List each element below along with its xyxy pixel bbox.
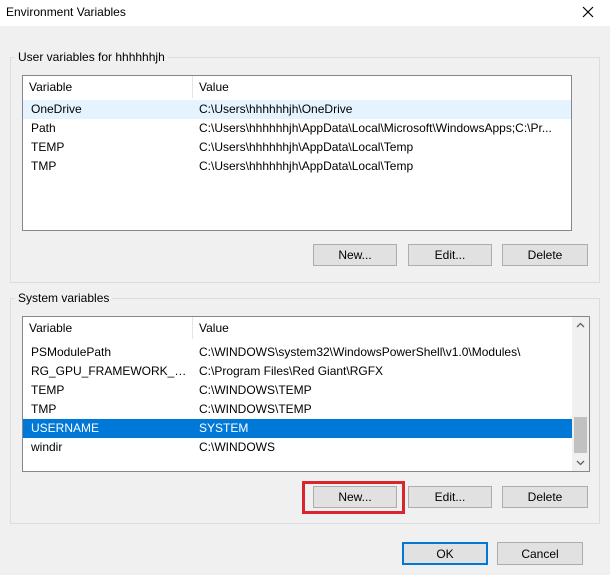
variable-cell: USERNAME <box>31 421 100 435</box>
column-header-variable[interactable]: Variable <box>23 317 193 339</box>
chevron-down-icon[interactable] <box>572 454 589 471</box>
variable-cell: windir <box>31 440 63 454</box>
table-row[interactable]: TEMP C:\WINDOWS\TEMP <box>23 381 572 400</box>
column-header-variable[interactable]: Variable <box>23 76 193 98</box>
value-cell: C:\Users\hhhhhhjh\AppData\Local\Temp <box>199 140 414 154</box>
user-delete-button[interactable]: Delete <box>502 244 588 266</box>
user-edit-button[interactable]: Edit... <box>408 244 492 266</box>
user-list-header: Variable Value <box>23 76 571 98</box>
close-icon[interactable] <box>578 2 598 22</box>
value-cell: C:\Users\hhhhhhjh\AppData\Local\Temp <box>199 159 414 173</box>
system-list-header: Variable Value <box>23 317 572 339</box>
system-variables-label: System variables <box>15 291 113 305</box>
column-header-value[interactable]: Value <box>193 317 572 339</box>
system-delete-button[interactable]: Delete <box>502 486 588 508</box>
column-header-value[interactable]: Value <box>193 76 571 98</box>
table-row[interactable]: RG_GPU_FRAMEWORK_ENGI... C:\Program File… <box>23 362 572 381</box>
variable-cell: TEMP <box>31 140 65 154</box>
table-row[interactable]: TMP C:\WINDOWS\TEMP <box>23 400 572 419</box>
table-row[interactable]: OneDrive C:\Users\hhhhhhjh\OneDrive <box>23 100 571 119</box>
value-cell: C:\Program Files\Red Giant\RGFX <box>199 364 384 378</box>
value-cell: C:\WINDOWS\system32\WindowsPowerShell\v1… <box>199 345 521 359</box>
value-cell: C:\Users\hhhhhhjh\AppData\Local\Microsof… <box>199 121 552 135</box>
variable-cell: TEMP <box>31 383 65 397</box>
user-variables-list[interactable]: Variable Value OneDrive C:\Users\hhhhhhj… <box>22 75 572 231</box>
system-new-button[interactable]: New... <box>313 486 397 508</box>
ok-button[interactable]: OK <box>402 542 488 565</box>
variable-cell: OneDrive <box>31 102 82 116</box>
vertical-scrollbar[interactable] <box>572 317 589 471</box>
table-row[interactable]: TEMP C:\Users\hhhhhhjh\AppData\Local\Tem… <box>23 138 571 157</box>
value-cell: SYSTEM <box>199 421 249 435</box>
scrollbar-thumb[interactable] <box>574 417 587 453</box>
user-new-button[interactable]: New... <box>313 244 397 266</box>
variable-cell: PSModulePath <box>31 345 112 359</box>
table-row[interactable]: TMP C:\Users\hhhhhhjh\AppData\Local\Temp <box>23 157 571 176</box>
variable-cell: TMP <box>31 159 57 173</box>
system-variables-list[interactable]: Variable Value PSModulePath C:\WINDOWS\s… <box>22 316 590 472</box>
table-row[interactable]: Path C:\Users\hhhhhhjh\AppData\Local\Mic… <box>23 119 571 138</box>
table-row[interactable]: windir C:\WINDOWS <box>23 438 572 457</box>
variable-cell: Path <box>31 121 56 135</box>
value-cell: C:\Users\hhhhhhjh\OneDrive <box>199 102 353 116</box>
cancel-button[interactable]: Cancel <box>497 542 583 565</box>
system-edit-button[interactable]: Edit... <box>408 486 492 508</box>
value-cell: C:\WINDOWS <box>199 440 275 454</box>
table-row[interactable]: PSModulePath C:\WINDOWS\system32\Windows… <box>23 343 572 362</box>
window-title: Environment Variables <box>6 5 126 19</box>
variable-cell: RG_GPU_FRAMEWORK_ENGI... <box>31 364 193 378</box>
variable-cell: TMP <box>31 402 57 416</box>
value-cell: C:\WINDOWS\TEMP <box>199 383 312 397</box>
chevron-up-icon[interactable] <box>572 317 589 334</box>
title-bar: Environment Variables <box>0 0 610 26</box>
value-cell: C:\WINDOWS\TEMP <box>199 402 312 416</box>
user-variables-label: User variables for hhhhhhjh <box>15 50 168 64</box>
table-row-selected[interactable]: USERNAME SYSTEM <box>23 419 572 438</box>
